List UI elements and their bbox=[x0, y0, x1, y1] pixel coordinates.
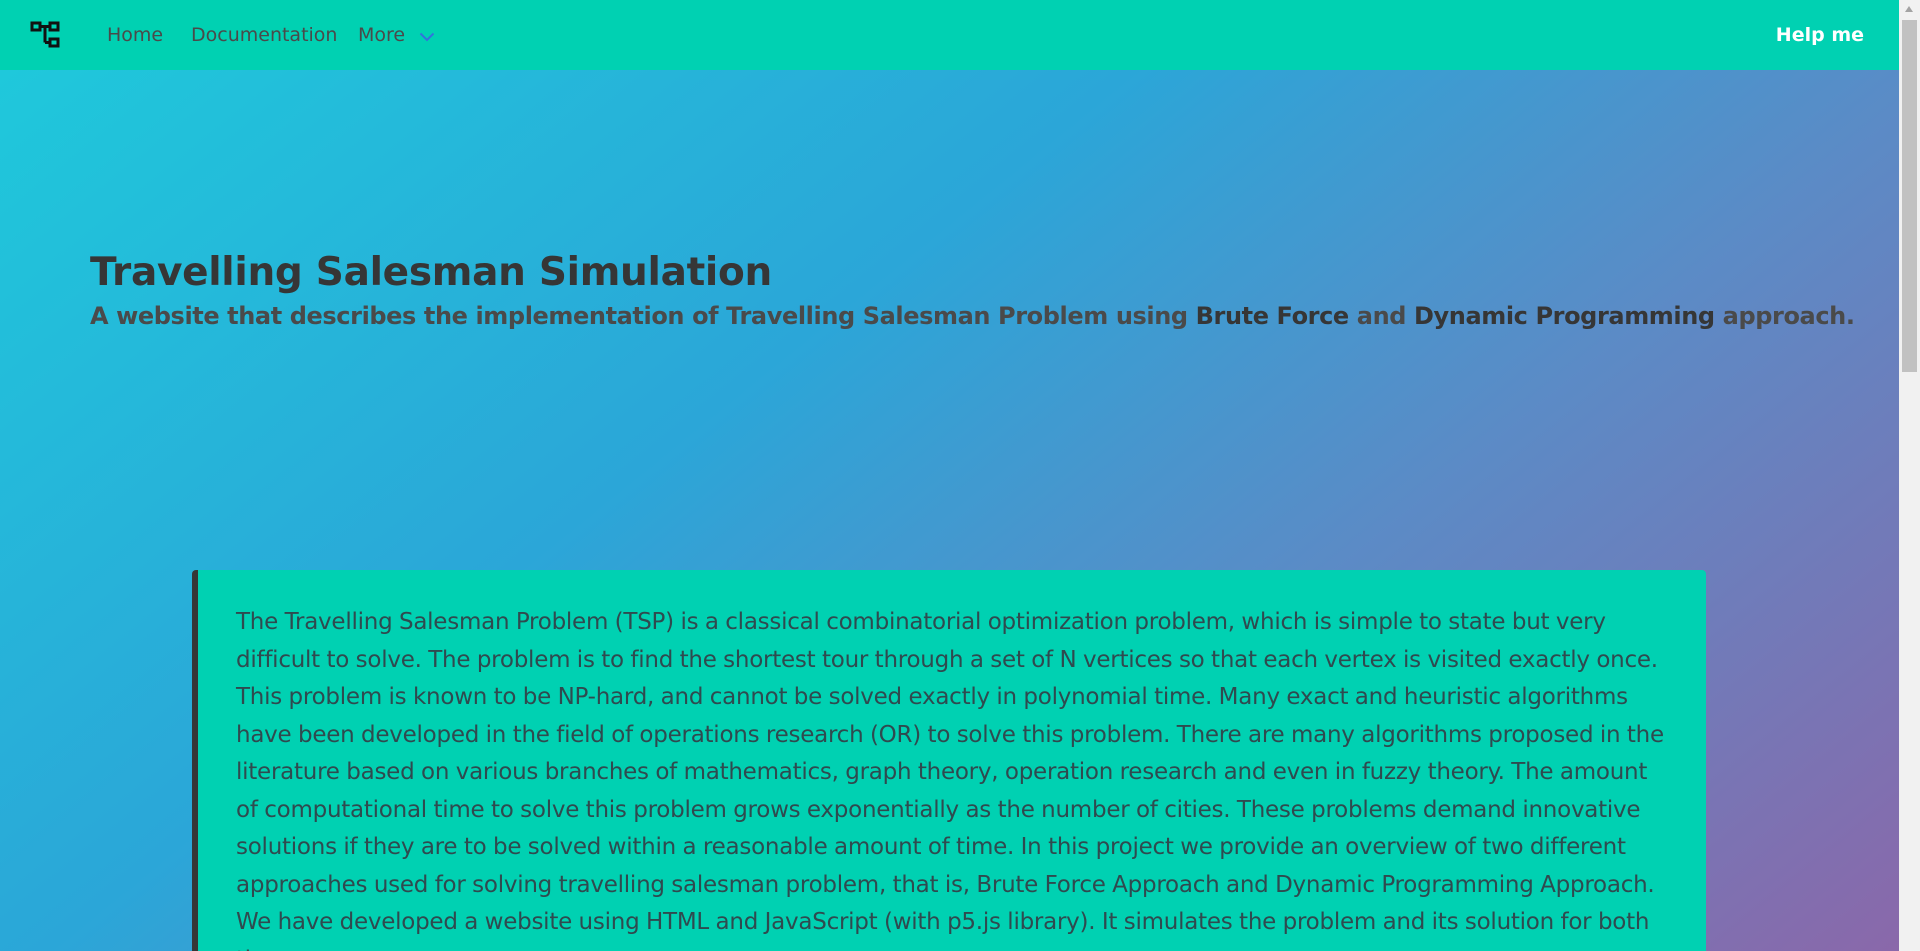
nav-home-link[interactable]: Home bbox=[107, 0, 163, 70]
subtitle-text-end: approach. bbox=[1714, 302, 1855, 330]
navbar: Home Documentation More Help me bbox=[0, 0, 1899, 70]
chevron-down-icon bbox=[419, 32, 435, 42]
nav-documentation-link[interactable]: Documentation bbox=[191, 0, 337, 70]
help-me-button[interactable]: Help me bbox=[1776, 0, 1864, 70]
subtitle-dynamic-programming: Dynamic Programming bbox=[1414, 302, 1715, 330]
hero-section: Travelling Salesman Simulation A website… bbox=[0, 70, 1899, 951]
scroll-up-arrow-icon[interactable] bbox=[1905, 6, 1913, 12]
intro-notification: The Travelling Salesman Problem (TSP) is… bbox=[192, 570, 1706, 951]
network-graph-icon[interactable] bbox=[29, 20, 65, 50]
vertical-scrollbar[interactable] bbox=[1899, 0, 1920, 951]
page-title: Travelling Salesman Simulation bbox=[90, 250, 772, 295]
page-subtitle: A website that describes the implementat… bbox=[90, 302, 1855, 330]
subtitle-brute-force: Brute Force bbox=[1195, 302, 1350, 330]
subtitle-text-start: A website that describes the implementat… bbox=[90, 302, 1196, 330]
intro-paragraph: The Travelling Salesman Problem (TSP) is… bbox=[236, 609, 1664, 951]
nav-more-dropdown[interactable]: More bbox=[358, 0, 435, 70]
nav-more-label: More bbox=[358, 24, 406, 46]
scrollbar-thumb[interactable] bbox=[1902, 20, 1917, 372]
subtitle-text-mid: and bbox=[1348, 302, 1414, 330]
